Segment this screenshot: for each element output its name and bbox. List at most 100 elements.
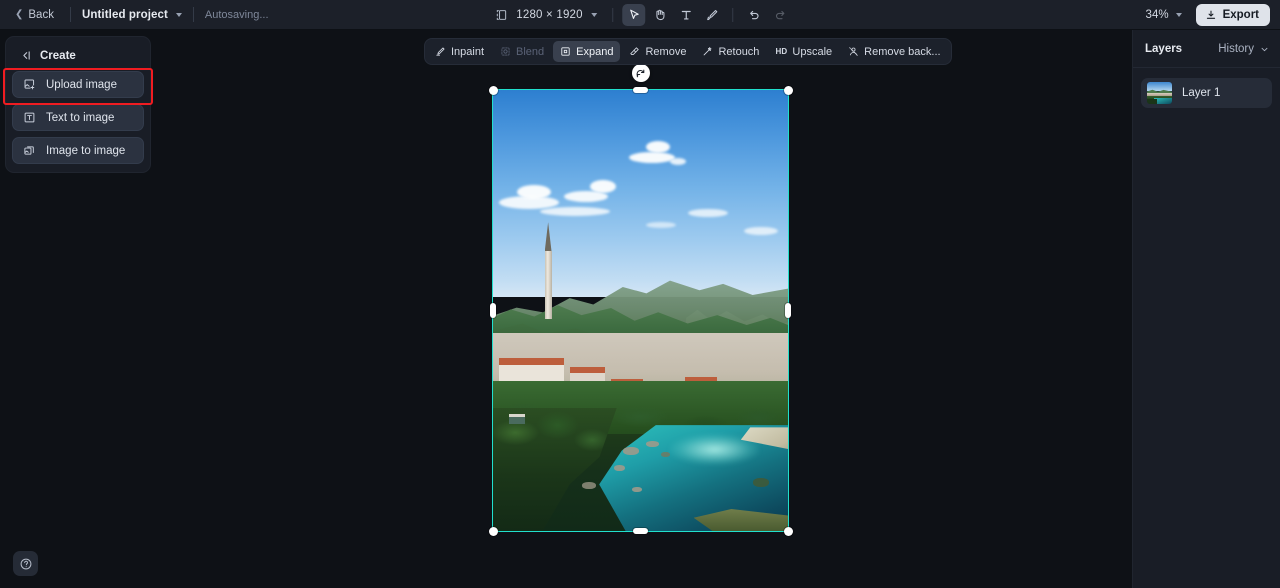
- layer-list-item[interactable]: Layer 1: [1141, 78, 1272, 108]
- chevron-down-icon[interactable]: [1175, 13, 1182, 17]
- resize-handle-top[interactable]: [633, 87, 648, 93]
- blend-icon: [500, 46, 511, 57]
- layers-panel: Layers History Layer 1: [1132, 30, 1280, 588]
- cloud: [628, 151, 675, 163]
- chevron-down-icon[interactable]: [175, 12, 182, 17]
- resize-handle-bottom-right[interactable]: [783, 526, 793, 536]
- roof: [498, 357, 564, 365]
- rock: [613, 464, 625, 471]
- download-icon: [1205, 9, 1217, 21]
- text-to-image-icon: [23, 111, 36, 124]
- remove-button[interactable]: Remove: [622, 41, 693, 62]
- history-label: History: [1218, 43, 1254, 55]
- sidebar-item-image-to-image[interactable]: Image to image: [12, 137, 144, 164]
- roof: [569, 367, 606, 374]
- button-label: Remove back...: [864, 45, 941, 58]
- select-tool[interactable]: [622, 3, 646, 26]
- button-label: Blend: [516, 45, 545, 58]
- resize-handle-top-right[interactable]: [783, 85, 793, 95]
- resize-handle-left[interactable]: [490, 303, 496, 318]
- layers-panel-title: Layers: [1145, 43, 1183, 55]
- layer-name: Layer 1: [1182, 87, 1221, 99]
- rotate-icon: [635, 68, 646, 79]
- button-label: Inpaint: [451, 45, 485, 58]
- collapse-panel-icon[interactable]: [19, 49, 32, 62]
- selected-image-layer[interactable]: [488, 64, 793, 536]
- create-panel-title: Create: [40, 49, 76, 62]
- inpaint-icon: [435, 46, 446, 57]
- canvas-frame-icon: [494, 8, 508, 22]
- sidebar-item-upload-image[interactable]: Upload image: [12, 71, 144, 98]
- canvas-image[interactable]: [492, 89, 789, 532]
- sidebar-item-label: Upload image: [46, 78, 117, 91]
- sidebar-item-text-to-image[interactable]: Text to image: [12, 104, 144, 131]
- zoom-level: 34%: [1145, 9, 1169, 21]
- chevron-down-icon: [1260, 45, 1269, 54]
- undo-button[interactable]: [743, 4, 766, 26]
- sidebar-item-label: Image to image: [46, 144, 126, 157]
- upload-image-icon: [23, 78, 36, 91]
- topbar-center-group: 1280 × 1920: [488, 0, 791, 30]
- photo-church-tower: [544, 250, 552, 319]
- expand-button[interactable]: Expand: [553, 41, 621, 62]
- image-editor-app: ❮ Back Untitled project Autosaving... 12…: [0, 0, 1280, 588]
- help-button[interactable]: [13, 551, 38, 576]
- divider: [612, 7, 614, 22]
- hd-upscale-icon: HD: [775, 47, 788, 56]
- photo-shed: [509, 414, 526, 425]
- rock: [622, 447, 639, 456]
- rock: [661, 451, 671, 457]
- button-label: Remove: [645, 45, 687, 58]
- text-tool[interactable]: [675, 4, 698, 26]
- chevron-left-icon: ❮: [15, 8, 24, 20]
- cloud: [540, 206, 611, 216]
- export-button[interactable]: Export: [1195, 4, 1270, 26]
- topbar-right-group: 34% Export: [1142, 0, 1270, 30]
- hand-tool[interactable]: [649, 4, 672, 26]
- button-label: Retouch: [718, 45, 760, 58]
- autosave-status: Autosaving...: [204, 8, 269, 21]
- button-label: Expand: [576, 45, 614, 58]
- project-name[interactable]: Untitled project: [82, 9, 168, 21]
- chevron-down-icon[interactable]: [591, 12, 598, 17]
- expand-icon: [560, 46, 571, 57]
- cloud: [743, 226, 778, 235]
- divider: [69, 7, 71, 22]
- rotate-handle[interactable]: [631, 64, 650, 82]
- history-dropdown[interactable]: History: [1218, 43, 1269, 55]
- zoom-selector[interactable]: 34%: [1142, 6, 1186, 24]
- back-button[interactable]: ❮ Back: [10, 6, 59, 24]
- resize-handle-bottom-left[interactable]: [488, 526, 498, 536]
- divider: [732, 7, 734, 22]
- create-panel: Create Upload image Text to image Image …: [5, 36, 151, 173]
- resize-handle-bottom[interactable]: [633, 528, 648, 534]
- cloud: [646, 140, 671, 153]
- resize-handle-right[interactable]: [785, 303, 791, 318]
- brush-tool[interactable]: [701, 4, 724, 26]
- retouch-icon: [702, 46, 713, 57]
- canvas-area[interactable]: [152, 30, 1132, 588]
- button-label: Upscale: [792, 45, 833, 58]
- layers-panel-header: Layers History: [1133, 30, 1280, 68]
- upscale-button[interactable]: HD Upscale: [768, 41, 839, 62]
- canvas-size-selector[interactable]: 1280 × 1920: [488, 8, 603, 22]
- sidebar-item-label: Text to image: [46, 111, 115, 124]
- rock: [646, 440, 660, 447]
- layer-thumbnail: [1147, 82, 1172, 104]
- rock: [752, 478, 769, 488]
- remove-background-button[interactable]: Remove back...: [841, 41, 947, 62]
- image-to-image-icon: [23, 144, 36, 157]
- cloud: [516, 184, 551, 199]
- retouch-button[interactable]: Retouch: [695, 41, 766, 62]
- blend-button[interactable]: Blend: [493, 41, 551, 62]
- redo-button[interactable]: [769, 4, 792, 26]
- top-bar: ❮ Back Untitled project Autosaving... 12…: [0, 0, 1280, 30]
- resize-handle-top-left[interactable]: [488, 85, 498, 95]
- inpaint-button[interactable]: Inpaint: [428, 41, 491, 62]
- canvas-toolbar: Inpaint Blend Expand Remove Retouch HD U…: [424, 38, 952, 65]
- cloud: [687, 209, 728, 218]
- canvas-size-value: 1280 × 1920: [516, 8, 583, 21]
- topbar-left-group: ❮ Back Untitled project Autosaving...: [0, 6, 269, 24]
- create-panel-header: Create: [12, 43, 144, 71]
- remove-background-icon: [848, 46, 859, 57]
